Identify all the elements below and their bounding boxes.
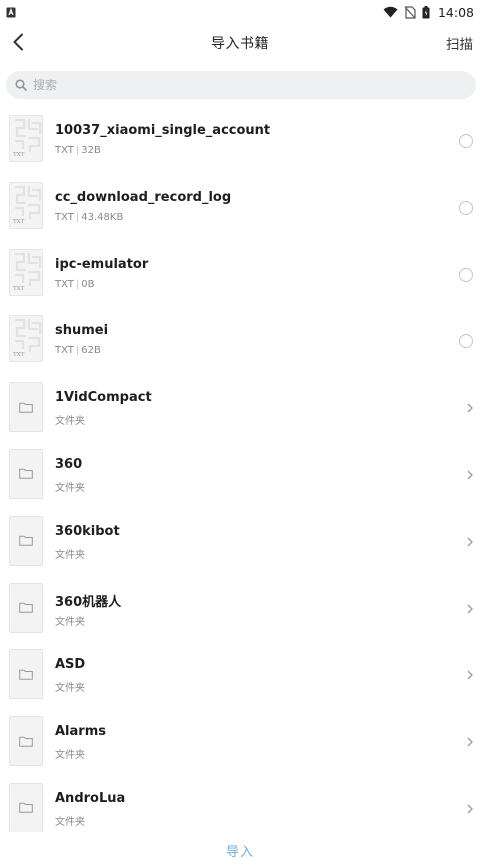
folder-thumbnail [9, 448, 43, 499]
page-title: 导入书籍 [211, 36, 269, 52]
folder-name: Alarms [55, 724, 106, 740]
scan-button[interactable]: 扫描 [446, 33, 473, 53]
status-bar: 14:08 [0, 0, 480, 24]
file-row[interactable]: TXT shumei TXT | 62B [0, 307, 480, 374]
folder-icon [19, 469, 33, 480]
file-meta: TXT | 62B [55, 345, 101, 356]
file-size: 62B [81, 345, 101, 357]
search-icon [15, 79, 27, 91]
chevron-right-icon [464, 468, 476, 482]
folder-thumbnail [9, 649, 43, 700]
import-button[interactable]: 导入 [226, 841, 254, 860]
folder-subtitle: 文件夹 [55, 416, 85, 428]
folder-icon [19, 535, 33, 547]
folder-subtitle: 文件夹 [55, 816, 85, 828]
folder-icon [19, 669, 33, 680]
battery-icon [422, 5, 430, 18]
select-radio[interactable] [459, 134, 473, 148]
file-name: 10037_xiaomi_single_account [55, 123, 271, 138]
thumbnail-label: TXT [13, 152, 25, 158]
chevron-right-icon [464, 735, 476, 749]
folder-name: ASD [55, 657, 86, 673]
folder-name: AndroLua [55, 790, 126, 806]
folder-thumbnail [9, 382, 43, 433]
meta-separator: | [75, 211, 80, 223]
select-radio[interactable] [459, 267, 473, 282]
folder-icon [19, 736, 33, 747]
file-name: shumei [55, 323, 109, 339]
folder-name: 1VidCompact [55, 390, 152, 406]
bottom-bar: 导入 [0, 832, 480, 868]
folder-thumbnail [9, 716, 43, 767]
file-type: TXT [55, 145, 74, 156]
header: 导入书籍 扫描 [0, 24, 480, 64]
file-type: TXT [55, 278, 74, 290]
a-app-icon [6, 7, 16, 17]
folder-row[interactable]: 1VidCompact 文件夹 [0, 374, 480, 441]
meta-separator: | [75, 278, 80, 290]
folder-icon [19, 803, 33, 814]
folder-row[interactable]: 360kibot 文件夹 [0, 508, 480, 575]
folder-thumbnail [9, 582, 43, 633]
file-size: 43.48KB [81, 211, 124, 223]
file-size: 0B [81, 278, 95, 290]
chevron-right-icon [464, 602, 476, 616]
search-bar[interactable] [6, 71, 476, 99]
thumbnail-label: TXT [13, 218, 25, 225]
file-meta: TXT | 32B [55, 145, 101, 156]
folder-subtitle: 文件夹 [55, 482, 85, 494]
wifi-icon [383, 6, 398, 18]
folder-subtitle: 文件夹 [55, 683, 85, 695]
folder-thumbnail [9, 515, 43, 566]
file-type: TXT [55, 211, 74, 223]
thumbnail-label: TXT [13, 285, 25, 292]
folder-subtitle: 文件夹 [55, 750, 85, 762]
folder-icon [19, 402, 33, 413]
file-size: 32B [81, 145, 101, 156]
folder-subtitle: 文件夹 [55, 616, 85, 628]
chevron-right-icon [464, 802, 476, 816]
folder-row[interactable]: Alarms 文件夹 [0, 708, 480, 775]
file-type: TXT [55, 345, 74, 357]
folder-subtitle: 文件夹 [55, 549, 85, 561]
file-meta: TXT | 0B [55, 279, 95, 290]
thumbnail-label: TXT [13, 352, 25, 359]
file-name: cc_download_record_log [55, 189, 232, 205]
file-meta: TXT | 43.48KB [55, 212, 123, 223]
folder-name: 360kibot [55, 523, 120, 539]
file-list: TXT 10037_xiaomi_single_account TXT | 32B … [0, 107, 480, 842]
file-row[interactable]: TXT cc_download_record_log TXT | 43.48KB [0, 174, 480, 241]
file-row[interactable]: TXT 10037_xiaomi_single_account TXT | 32B [0, 107, 480, 174]
select-radio[interactable] [459, 334, 473, 349]
chevron-right-icon [464, 668, 476, 682]
chevron-right-icon [464, 401, 476, 415]
chevron-right-icon [464, 535, 476, 549]
txt-file-thumbnail: TXT [9, 315, 43, 363]
file-name: ipc-emulator [55, 256, 149, 272]
txt-file-thumbnail: TXT [9, 115, 43, 162]
folder-row[interactable]: 360机器人 文件夹 [0, 575, 480, 642]
status-left [6, 7, 16, 18]
txt-file-thumbnail: TXT [9, 248, 43, 296]
no-sim-icon [404, 5, 416, 19]
folder-name: 360机器人 [55, 594, 122, 610]
search-input[interactable] [33, 78, 433, 92]
folder-name: 360 [55, 456, 83, 472]
status-right: 14:08 [383, 5, 474, 20]
meta-separator: | [75, 145, 80, 156]
select-radio[interactable] [459, 200, 473, 215]
status-time: 14:08 [437, 4, 474, 20]
meta-separator: | [75, 345, 80, 357]
folder-row[interactable]: ASD 文件夹 [0, 641, 480, 708]
txt-file-thumbnail: TXT [9, 181, 43, 229]
folder-thumbnail [9, 782, 43, 833]
folder-row[interactable]: 360 文件夹 [0, 441, 480, 508]
file-row[interactable]: TXT ipc-emulator TXT | 0B [0, 241, 480, 308]
folder-icon [19, 602, 33, 613]
